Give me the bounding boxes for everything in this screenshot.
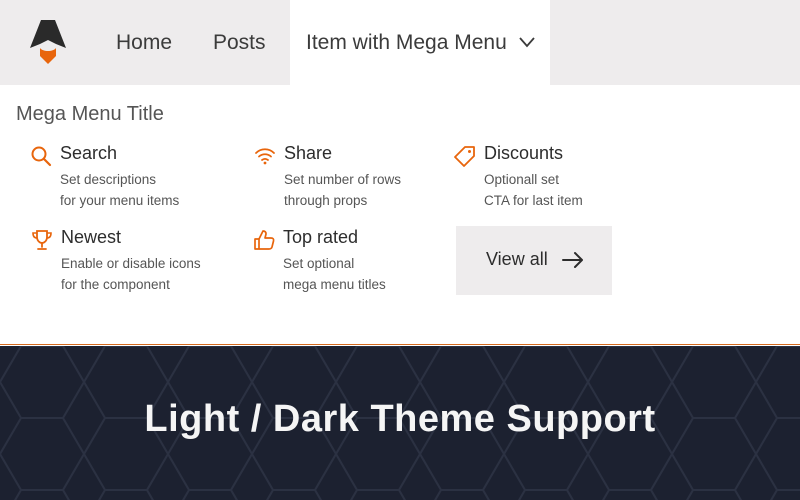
hero-banner: Light / Dark Theme Support [0, 346, 800, 500]
search-icon [31, 146, 52, 167]
menu-item-desc: Set descriptions for your menu items [60, 169, 260, 211]
menu-item-desc: Enable or disable icons for the componen… [61, 253, 261, 295]
hero-title: Light / Dark Theme Support [144, 398, 656, 440]
menu-item-desc: Set number of rows through props [284, 169, 484, 211]
nav-posts[interactable]: Posts [213, 0, 266, 85]
view-all-button[interactable]: View all [456, 226, 612, 295]
desc-line: for the component [61, 277, 170, 292]
menu-item-label: Top rated [283, 227, 359, 247]
menu-item-label: Discounts [484, 143, 564, 163]
view-all-label: View all [486, 249, 548, 269]
nav-mega-menu[interactable]: Item with Mega Menu [290, 0, 550, 85]
nav-home[interactable]: Home [116, 0, 172, 85]
chevron-down-icon [519, 37, 535, 48]
menu-item-label: Search [60, 143, 118, 163]
desc-line: Set optional [283, 256, 355, 271]
tag-icon [454, 146, 475, 167]
arrow-right-icon [562, 252, 583, 268]
wifi-icon [255, 148, 275, 165]
menu-item-label: Share [284, 143, 333, 163]
desc-line: mega menu titles [283, 277, 386, 292]
desc-line: CTA for last item [484, 193, 583, 208]
trophy-icon [32, 230, 52, 250]
desc-line: Enable or disable icons [61, 256, 201, 271]
mega-menu-title: Mega Menu Title [16, 103, 164, 125]
desc-line: Set descriptions [60, 172, 157, 187]
nav-mega-menu-label: Item with Mega Menu [306, 31, 507, 54]
desc-line: through props [284, 193, 368, 208]
menu-item-label: Newest [61, 227, 122, 247]
astro-logo[interactable] [28, 18, 68, 66]
top-navbar: Home Posts Item with Mega Menu [0, 0, 800, 85]
menu-item-desc: Set optional mega menu titles [283, 253, 483, 295]
thumbs-up-icon [254, 230, 275, 250]
desc-line: Optionall set [484, 172, 560, 187]
desc-line: Set number of rows [284, 172, 402, 187]
mega-menu-panel: Mega Menu Title Search Set descriptions … [0, 85, 800, 345]
menu-item-desc: Optionall set CTA for last item [484, 169, 684, 211]
desc-line: for your menu items [60, 193, 180, 208]
